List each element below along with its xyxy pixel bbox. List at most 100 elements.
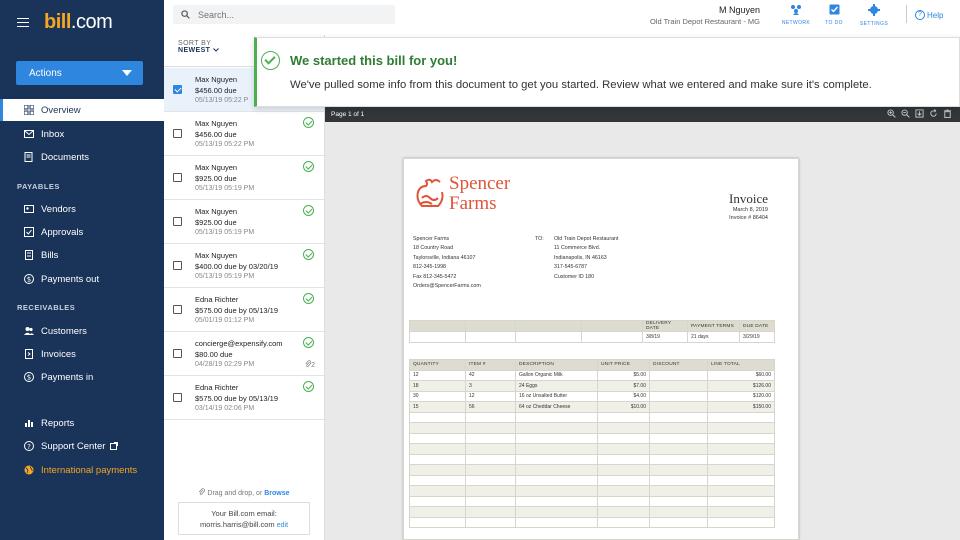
bill-started-toast: We started this bill for you! We've pull…: [254, 37, 960, 107]
sidebar-item-bills[interactable]: Bills: [0, 244, 164, 266]
line-item-row: 30 12 16 oz Unsalted Butter $4.00 $120.00: [409, 390, 775, 402]
bill-row[interactable]: Max Nguyen $925.00 due 05/13/19 05:19 PM: [164, 156, 324, 200]
envelope-icon: [24, 130, 34, 138]
row-date: 05/13/19 05:22 PM: [195, 141, 255, 148]
bill-com-logo[interactable]: bill.com: [44, 11, 113, 34]
help-link[interactable]: ? Help: [915, 10, 943, 20]
section-label-payables: PAYABLES: [17, 182, 60, 191]
row-vendor: Edna Richter: [195, 295, 239, 304]
chevron-down-icon: [212, 48, 219, 52]
drag-drop-text: Drag and drop, or: [207, 490, 263, 497]
sidebar-item-invoices[interactable]: Invoices: [0, 343, 164, 365]
sidebar-item-payments-out[interactable]: $ Payments out: [0, 268, 164, 290]
line-item-row: 12 42 Gallon Organic Milk $5.00 $60.00: [409, 369, 775, 381]
row-checkbox[interactable]: [173, 129, 182, 138]
customers-icon: [24, 327, 34, 335]
row-amount: $925.00 due: [195, 218, 237, 227]
row-checkbox[interactable]: [173, 85, 182, 94]
sidebar-item-label: Invoices: [41, 348, 76, 360]
sidebar-item-vendors[interactable]: Vendors: [0, 198, 164, 220]
trash-icon[interactable]: [943, 109, 952, 118]
gear-icon: [868, 4, 880, 16]
row-date: 05/13/19 05:19 PM: [195, 185, 255, 192]
organization-name[interactable]: Old Train Depot Restaurant - MG: [620, 17, 760, 26]
bill-row[interactable]: concierge@expensify.com $80.00 due 04/28…: [164, 332, 324, 376]
row-checkbox[interactable]: [173, 217, 182, 226]
bill-row[interactable]: Edna Richter $575.00 due by 05/13/19 05/…: [164, 288, 324, 332]
row-checkbox[interactable]: [173, 349, 182, 358]
bill-row[interactable]: Max Nguyen $400.00 due by 03/20/19 05/13…: [164, 244, 324, 288]
toast-title: We started this bill for you!: [290, 53, 458, 68]
sidebar-item-overview[interactable]: Overview: [0, 99, 164, 121]
row-checkbox[interactable]: [173, 393, 182, 402]
bill-row[interactable]: Max Nguyen $456.00 due 05/13/19 05:22 PM: [164, 112, 324, 156]
row-vendor: Max Nguyen: [195, 163, 238, 172]
sidebar-item-approvals[interactable]: Approvals: [0, 221, 164, 243]
search-input[interactable]: [198, 9, 378, 20]
edit-email-link[interactable]: edit: [277, 522, 288, 529]
sidebar: bill.com Actions Overview Inbox Document…: [0, 0, 164, 540]
row-amount: $80.00 due: [195, 350, 233, 359]
todo-check-icon: [829, 4, 839, 15]
paperclip-icon: [199, 488, 206, 495]
settings-button[interactable]: SETTINGS: [856, 4, 892, 27]
sidebar-item-documents[interactable]: Documents: [0, 146, 164, 168]
browse-link[interactable]: Browse: [264, 490, 289, 497]
sidebar-item-support-center[interactable]: ? Support Center: [0, 435, 164, 457]
bill-row[interactable]: Edna Richter $575.00 due by 05/13/19 03/…: [164, 376, 324, 420]
invoice-title: Invoice: [729, 191, 768, 206]
sidebar-item-inbox[interactable]: Inbox: [0, 123, 164, 145]
invoice-page: Spencer Farms Invoice March 8, 2019 Invoi…: [403, 158, 799, 540]
invoice-meta: March 8, 2019 Invoice # 86404: [729, 207, 768, 221]
row-checkbox[interactable]: [173, 305, 182, 314]
sidebar-item-label: Payments in: [41, 371, 94, 383]
row-amount: $925.00 due: [195, 174, 237, 183]
bill-list: SORT BY NEWEST Max Nguyen $456.00 due 05…: [164, 35, 325, 540]
email-label: Your Bill.com email:: [211, 509, 277, 518]
sort-value[interactable]: NEWEST: [178, 47, 210, 54]
svg-text:$: $: [27, 276, 31, 284]
download-icon[interactable]: [915, 109, 924, 118]
zoom-in-icon[interactable]: [887, 109, 896, 118]
sidebar-item-international-payments[interactable]: International payments: [0, 459, 164, 481]
header-divider: [906, 5, 907, 23]
row-checkbox[interactable]: [173, 261, 182, 270]
bill-row[interactable]: Max Nguyen $925.00 due 05/13/19 05:19 PM: [164, 200, 324, 244]
rotate-icon[interactable]: [929, 109, 938, 118]
row-date: 03/14/19 02:06 PM: [195, 405, 255, 412]
sidebar-item-label: Reports: [41, 417, 75, 429]
zoom-out-icon[interactable]: [901, 109, 910, 118]
sidebar-item-payments-in[interactable]: $ Payments in: [0, 366, 164, 388]
success-check-icon: [261, 51, 280, 70]
section-label-receivables: RECEIVABLES: [17, 303, 76, 312]
sidebar-item-label: Approvals: [41, 226, 84, 238]
rooster-logo: [416, 178, 444, 207]
drag-drop-area[interactable]: Drag and drop, or Browse: [164, 488, 324, 497]
attachment-count: 2: [305, 360, 315, 369]
row-amount: $456.00 due: [195, 130, 237, 139]
row-amount: $456.00 due: [195, 86, 237, 95]
todo-button[interactable]: TO DO: [816, 4, 852, 26]
help-label: Help: [927, 10, 944, 20]
row-date: 05/01/19 01:12 PM: [195, 317, 255, 324]
search-bar[interactable]: [173, 5, 395, 24]
row-vendor: Max Nguyen: [195, 207, 238, 216]
row-checkbox[interactable]: [173, 173, 182, 182]
line-items-table: QUANTITY ITEM # DESCRIPTION UNIT PRICE D…: [409, 359, 775, 528]
sidebar-item-reports[interactable]: Reports: [0, 412, 164, 434]
status-check-icon: [303, 161, 314, 172]
approval-icon: [24, 227, 34, 237]
status-check-icon: [303, 205, 314, 216]
status-check-icon: [303, 249, 314, 260]
network-button[interactable]: NETWORK: [778, 4, 814, 26]
user-name[interactable]: M Nguyen: [700, 5, 760, 15]
sidebar-item-label: Bills: [41, 249, 59, 261]
sidebar-item-label: International payments: [41, 464, 138, 476]
documents-icon: [24, 152, 33, 162]
row-vendor: Max Nguyen: [195, 251, 238, 260]
viewer-toolbar: Page 1 of 1: [325, 107, 960, 122]
menu-icon[interactable]: [17, 18, 29, 27]
network-icon: [791, 5, 801, 15]
sidebar-item-customers[interactable]: Customers: [0, 320, 164, 342]
actions-button[interactable]: Actions: [16, 61, 143, 85]
